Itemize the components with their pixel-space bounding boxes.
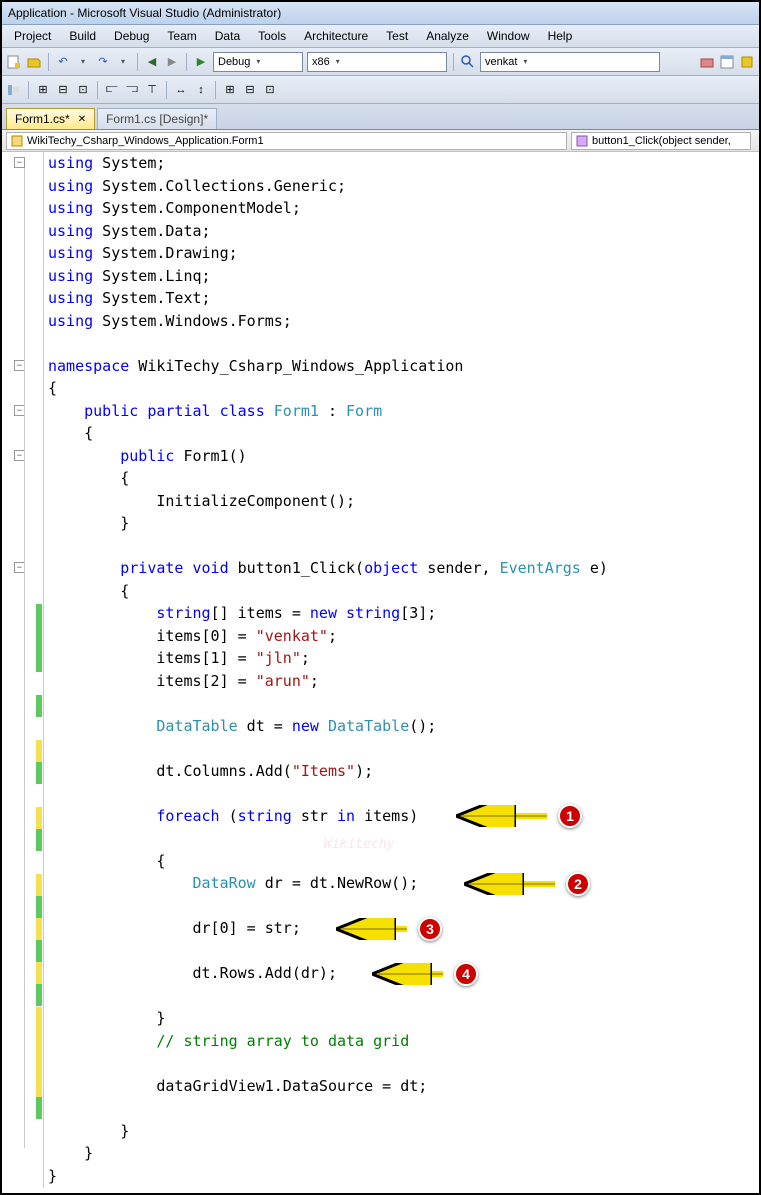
nav-bar: WikiTechy_Csharp_Windows_Application.For… <box>2 130 759 152</box>
nav-back-icon[interactable]: ◀ <box>144 54 160 70</box>
menu-test[interactable]: Test <box>378 27 416 45</box>
method-icon <box>576 135 588 147</box>
find-dropdown[interactable]: venkat▾ <box>480 52 660 72</box>
toolbar-separator <box>453 53 454 71</box>
toolbox-icon[interactable] <box>699 54 715 70</box>
close-icon[interactable]: ✕ <box>78 114 86 125</box>
properties-icon[interactable] <box>719 54 735 70</box>
callout-badge: 1 <box>558 804 582 828</box>
toolbar-separator <box>48 53 49 71</box>
align-tool-icon[interactable]: ⊞ <box>222 82 238 98</box>
menu-window[interactable]: Window <box>479 27 538 45</box>
menu-tools[interactable]: Tools <box>250 27 294 45</box>
callout-badge: 2 <box>566 872 590 896</box>
toolbar-separator <box>215 81 216 99</box>
modification-marker <box>36 1097 42 1119</box>
tab-form1-design[interactable]: Form1.cs [Design]* <box>97 108 217 129</box>
platform-dropdown[interactable]: x86▾ <box>307 52 447 72</box>
tab-label: Form1.cs* <box>15 112 70 126</box>
modification-marker <box>36 695 42 717</box>
open-icon[interactable] <box>26 54 42 70</box>
nav-text: button1_Click(object sender, <box>592 135 731 147</box>
modification-marker <box>36 740 42 762</box>
menu-debug[interactable]: Debug <box>106 27 157 45</box>
start-debug-icon[interactable]: ▶ <box>193 54 209 70</box>
toolbar-separator <box>186 53 187 71</box>
align-tool-icon[interactable]: ↕ <box>193 82 209 98</box>
undo-dropdown-icon[interactable]: ▾ <box>75 54 91 70</box>
align-tool-icon[interactable]: ⊤ <box>144 82 160 98</box>
toolbar-separator <box>137 53 138 71</box>
config-dropdown[interactable]: Debug▾ <box>213 52 303 72</box>
modification-marker <box>36 962 42 984</box>
menu-project[interactable]: Project <box>6 27 59 45</box>
align-tool-icon[interactable]: ⫎ <box>124 82 140 98</box>
find-icon[interactable] <box>460 54 476 70</box>
fold-icon[interactable]: − <box>14 157 25 168</box>
undo-icon[interactable]: ↶ <box>55 54 71 70</box>
nav-forward-icon[interactable]: ▶ <box>164 54 180 70</box>
redo-icon[interactable]: ↷ <box>95 54 111 70</box>
type-navigator[interactable]: WikiTechy_Csharp_Windows_Application.For… <box>6 132 567 150</box>
add-item-icon[interactable] <box>6 54 22 70</box>
tab-form1-cs[interactable]: Form1.cs* ✕ <box>6 108 95 129</box>
redo-dropdown-icon[interactable]: ▾ <box>115 54 131 70</box>
watermark: Wikitechy <box>324 834 394 857</box>
callout-1: 1 <box>452 804 582 828</box>
class-icon <box>11 135 23 147</box>
callout-badge: 3 <box>418 917 442 941</box>
modification-marker <box>36 918 42 940</box>
align-tool-icon[interactable]: ↔ <box>173 82 189 98</box>
menu-build[interactable]: Build <box>61 27 104 45</box>
modification-marker <box>36 874 42 896</box>
main-menubar: Project Build Debug Team Data Tools Arch… <box>2 25 759 48</box>
callout-badge: 4 <box>454 962 478 986</box>
align-tool-icon[interactable]: ⊡ <box>75 82 91 98</box>
align-tool-icon[interactable]: ⊟ <box>55 82 71 98</box>
modification-marker <box>36 762 42 784</box>
nav-text: WikiTechy_Csharp_Windows_Application.For… <box>27 135 264 147</box>
menu-help[interactable]: Help <box>540 27 581 45</box>
toolbar-separator <box>166 81 167 99</box>
tab-label: Form1.cs [Design]* <box>106 112 208 126</box>
menu-data[interactable]: Data <box>207 27 248 45</box>
toolbar-separator <box>28 81 29 99</box>
callout-4: 4 <box>368 962 478 986</box>
code-content[interactable]: using System; using System.Collections.G… <box>44 152 759 1188</box>
document-tabs: Form1.cs* ✕ Form1.cs [Design]* <box>2 104 759 130</box>
modification-marker <box>36 984 42 1006</box>
solution-icon[interactable] <box>739 54 755 70</box>
main-toolbar: ↶ ▾ ↷ ▾ ◀ ▶ ▶ Debug▾ x86▾ venkat▾ <box>2 48 759 76</box>
editor-gutter: − − − − − <box>2 152 44 1188</box>
window-titlebar: Application - Microsoft Visual Studio (A… <box>2 2 759 25</box>
align-left-icon[interactable] <box>6 82 22 98</box>
align-tool-icon[interactable]: ⫍ <box>104 82 120 98</box>
align-tool-icon[interactable]: ⊞ <box>35 82 51 98</box>
code-editor[interactable]: − − − − − using System; using System.Col… <box>2 152 759 1188</box>
modification-marker <box>36 807 42 829</box>
modification-marker <box>36 604 42 672</box>
menu-analyze[interactable]: Analyze <box>418 27 477 45</box>
menu-architecture[interactable]: Architecture <box>296 27 376 45</box>
menu-team[interactable]: Team <box>159 27 204 45</box>
member-navigator[interactable]: button1_Click(object sender, <box>571 132 751 150</box>
callout-2: 2 <box>460 872 590 896</box>
modification-marker <box>36 1007 42 1097</box>
callout-3: 3 <box>332 917 442 941</box>
layout-toolbar: ⊞ ⊟ ⊡ ⫍ ⫎ ⊤ ↔ ↕ ⊞ ⊟ ⊡ <box>2 76 759 104</box>
modification-marker <box>36 829 42 851</box>
align-tool-icon[interactable]: ⊟ <box>242 82 258 98</box>
align-tool-icon[interactable]: ⊡ <box>262 82 278 98</box>
fold-guide <box>24 168 25 1148</box>
modification-marker <box>36 896 42 918</box>
toolbar-separator <box>97 81 98 99</box>
modification-marker <box>36 940 42 962</box>
